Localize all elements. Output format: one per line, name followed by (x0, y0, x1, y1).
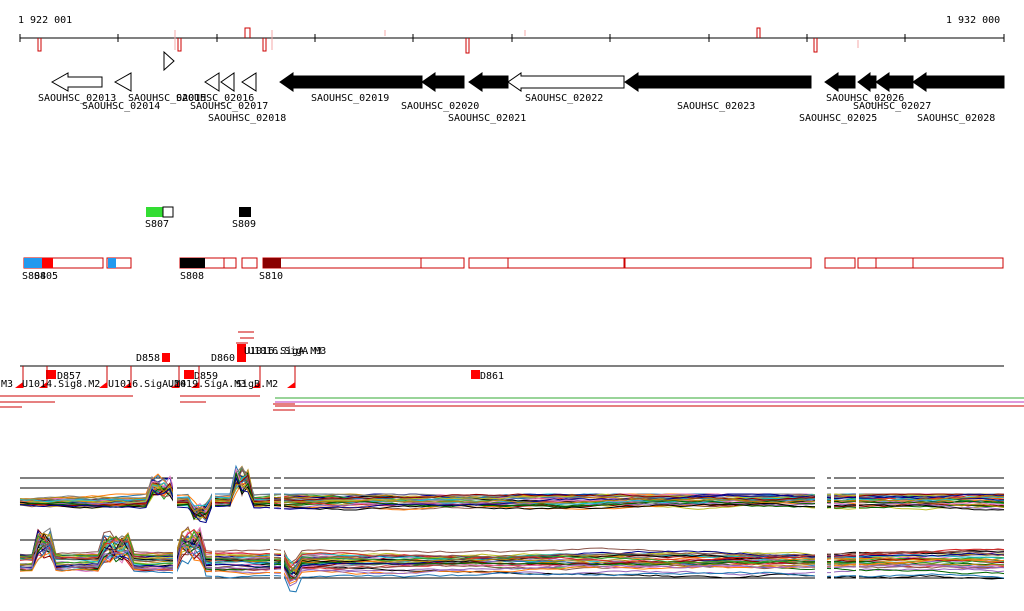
gene-label: SAOUHSC_02023 (677, 101, 755, 112)
gene-arrow-02025[interactable] (824, 72, 856, 92)
gene-track (50, 50, 1005, 92)
gene-label: SAOUHSC_02019 (311, 93, 389, 104)
segment-label: S810 (259, 271, 283, 282)
feature-label: D860 (211, 353, 235, 364)
segment-fills: S804 S805 S808 S810 (22, 258, 283, 282)
gene-arrow-02020[interactable] (421, 72, 465, 92)
feature-marker-d858[interactable] (162, 353, 170, 362)
expression-panels (19, 460, 1005, 600)
gene-arrow-02023[interactable] (624, 72, 812, 92)
gene-label: SAOUHSC_02021 (448, 113, 526, 124)
gene-labels: SAOUHSC_02013 SAOUHSC_02014 SAOUHSC_0201… (38, 93, 995, 124)
segment-label: S808 (180, 271, 204, 282)
gene-arrow-02019[interactable] (279, 72, 423, 92)
gene-arrow-02026[interactable] (857, 72, 877, 92)
segment-box-s804[interactable] (24, 258, 42, 268)
segment-box-s809[interactable] (239, 207, 251, 217)
gene-arrow-02021[interactable] (468, 72, 509, 92)
axis-light-marks (174, 30, 859, 50)
gene-label: SAOUHSC_02020 (401, 101, 479, 112)
gene-label: SAOUHSC_02025 (799, 113, 877, 124)
gene-arrow-02017[interactable] (241, 72, 257, 92)
gene-label: SAOUHSC_02018 (208, 113, 286, 124)
gene-label: SAOUHSC_02022 (525, 93, 603, 104)
gene-arrow-02016b[interactable] (220, 72, 235, 92)
segment-label: S805 (34, 271, 58, 282)
axis-signal-marks (37, 27, 818, 54)
coord-start-label: 1 922 001 (18, 15, 72, 26)
gene-label: SAOUHSC_02017 (190, 101, 268, 112)
feature-label: D861 (480, 371, 504, 382)
segment-box-s807-open[interactable] (162, 206, 174, 218)
segment-track-upper: S807 S809 (145, 206, 256, 230)
sig-label: U1016.SigA.M3 (248, 346, 326, 357)
segment-label: S809 (232, 219, 256, 230)
sig-label: U1019.SigA.M3 (168, 379, 246, 390)
panel-gaps (173, 460, 859, 600)
feature-marker-d861[interactable] (471, 370, 480, 379)
gene-arrow-02016[interactable] (204, 72, 220, 92)
gene-arrow-02014[interactable] (113, 72, 132, 92)
gene-arrow-02022[interactable] (507, 72, 625, 92)
segment-box-s808[interactable] (180, 258, 205, 268)
segment-box-s806[interactable] (108, 258, 116, 268)
gene-arrow-02015[interactable] (163, 50, 175, 72)
gene-arrow-02028[interactable] (912, 72, 1005, 92)
coverage-lines (0, 395, 1024, 411)
sig-label: U1014.Sig8.M2 (22, 379, 100, 390)
segment-label: S807 (145, 219, 169, 230)
feature-marker-d859[interactable] (184, 370, 194, 379)
segment-box-s807[interactable] (146, 207, 163, 217)
genome-browser-view: 1 922 001 1 932 000 SAOUHSC_02013 SAOUHS… (0, 15, 1024, 600)
feature-track: D858 D860 U1016.SigA.M3 U1016.SigA.M3 D8… (0, 331, 1024, 411)
sig-label: SigB.M2 (236, 379, 278, 390)
feature-label: D858 (136, 353, 160, 364)
coord-end-label: 1 932 000 (946, 15, 1000, 26)
gene-arrow-02013[interactable] (50, 72, 103, 92)
gene-label: SAOUHSC_02028 (917, 113, 995, 124)
segment-box-s810[interactable] (263, 258, 281, 268)
sig-label: M3 (1, 379, 13, 390)
segment-track-lower (23, 257, 1004, 269)
segment-box-s805[interactable] (42, 258, 53, 268)
gene-label: SAOUHSC_02027 (853, 101, 931, 112)
gene-arrow-02027[interactable] (875, 72, 914, 92)
